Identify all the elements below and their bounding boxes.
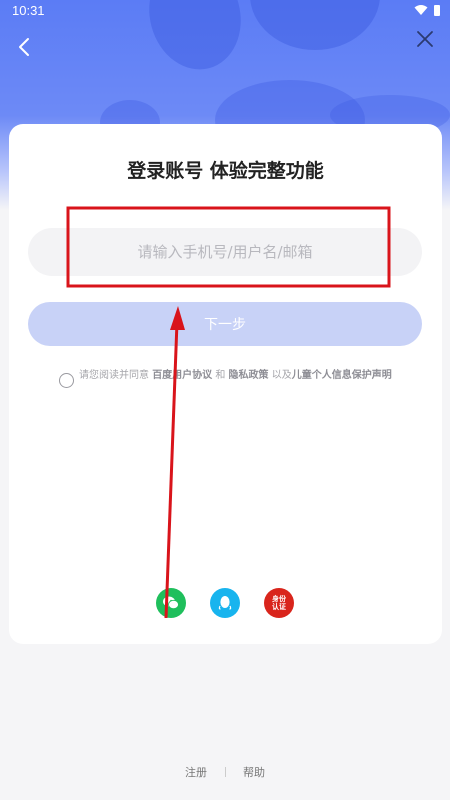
help-link[interactable]: 帮助 (243, 764, 265, 780)
login-card: 登录账号 体验完整功能 下一步 请您阅读并同意 百度用户协议 和 隐私政策 以及… (9, 124, 442, 644)
register-link[interactable]: 注册 (185, 764, 207, 780)
identity-verify-button[interactable]: 身份认证 (264, 588, 294, 618)
status-time: 10:31 (12, 3, 45, 18)
qq-penguin-icon (218, 596, 232, 610)
wechat-login-button[interactable] (156, 588, 186, 618)
qq-login-button[interactable] (210, 588, 240, 618)
child-privacy-link[interactable]: 儿童个人信息保护声明 (292, 370, 392, 381)
account-input[interactable] (28, 228, 422, 276)
social-login-row: 身份认证 (9, 588, 442, 618)
footer-links: 注册 帮助 (0, 764, 450, 780)
close-icon[interactable] (416, 30, 434, 48)
identity-verify-label: 身份认证 (272, 595, 286, 611)
user-agreement-link[interactable]: 百度用户协议 (152, 370, 212, 381)
agreement-and-also: 以及 (268, 370, 292, 381)
status-bar: 10:31 (0, 0, 450, 22)
status-icons (414, 4, 440, 16)
privacy-policy-link[interactable]: 隐私政策 (229, 370, 269, 381)
wechat-icon (163, 596, 179, 610)
page-title: 登录账号 体验完整功能 (127, 160, 324, 182)
wifi-icon (414, 5, 428, 15)
agreement-checkbox[interactable] (59, 373, 74, 388)
footer-divider (224, 767, 226, 777)
battery-icon (434, 4, 440, 16)
back-arrow-icon[interactable] (14, 36, 36, 58)
agreement-and: 和 (212, 370, 229, 381)
next-button[interactable]: 下一步 (28, 302, 422, 346)
agreement-prefix: 请您阅读并同意 (79, 370, 153, 381)
